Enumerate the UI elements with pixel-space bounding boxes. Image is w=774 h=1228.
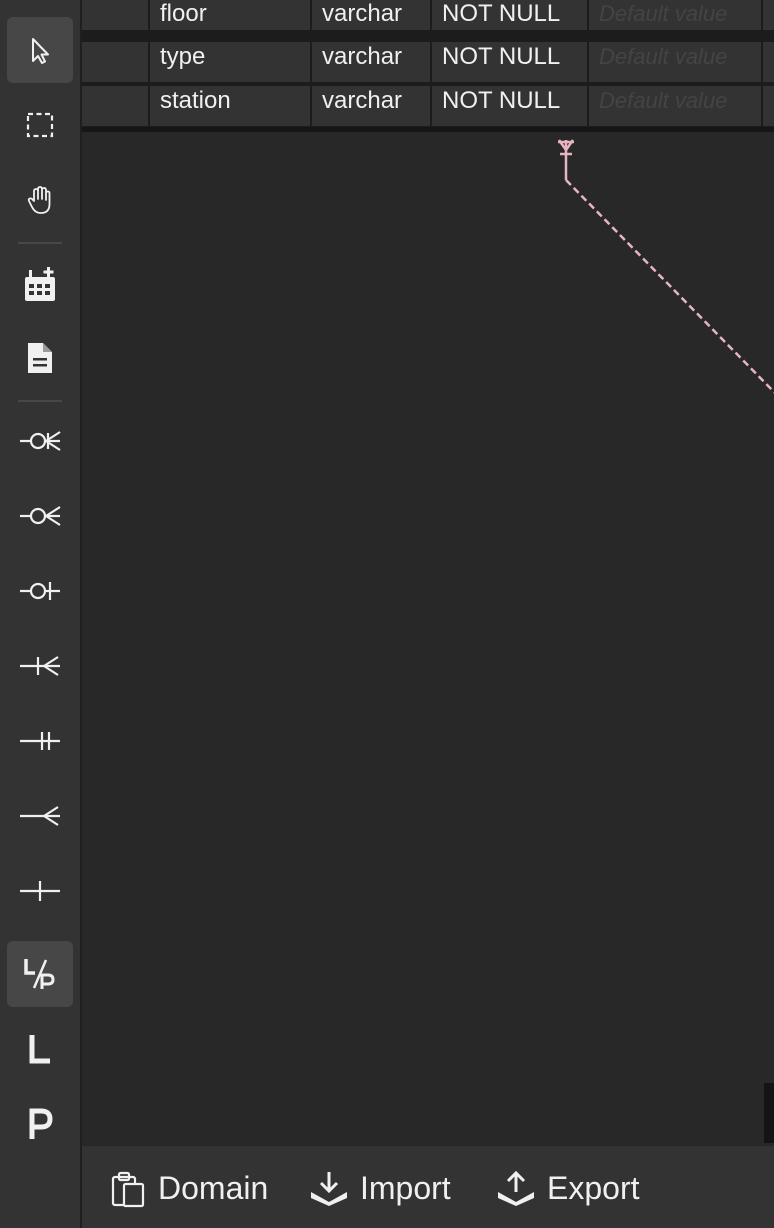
zero-or-many-icon: [20, 431, 61, 451]
dashed-rectangle-icon: [26, 112, 54, 138]
import-label: Import: [360, 1169, 451, 1206]
logical-physical-toggle[interactable]: [7, 941, 73, 1007]
letter-l-icon: [29, 1035, 50, 1064]
add-note-tool[interactable]: [7, 325, 73, 391]
erd-editor: floor varchar NOT NULL Default value typ…: [0, 0, 774, 1228]
cursor-arrow-icon: [32, 38, 49, 64]
export-button[interactable]: Export: [495, 1164, 639, 1212]
one-or-many-icon: [20, 656, 60, 676]
logical-physical-icon: [24, 959, 55, 989]
bottom-bar: Domain Import Export: [82, 1146, 774, 1228]
domain-label: Domain: [158, 1169, 269, 1206]
export-label: Export: [547, 1169, 640, 1206]
table-add-icon: [25, 267, 55, 301]
relationship-line[interactable]: [82, 0, 774, 420]
zero-or-many-relation-tool[interactable]: [7, 408, 73, 474]
import-button[interactable]: Import: [308, 1164, 451, 1212]
marquee-tool[interactable]: [7, 92, 73, 158]
zero-or-many-crow-icon: [20, 506, 61, 526]
pan-tool[interactable]: [7, 167, 73, 233]
zero-or-one-icon: [20, 582, 60, 600]
zero-or-one-relation-tool[interactable]: [7, 558, 73, 624]
one-relation-tool[interactable]: [7, 858, 73, 924]
letter-p-icon: [29, 1108, 53, 1139]
left-toolbar: [0, 0, 82, 1228]
note-icon: [28, 343, 52, 373]
hand-icon: [27, 186, 51, 214]
import-icon: [311, 1172, 347, 1206]
many-relation-tool[interactable]: [7, 783, 73, 849]
logical-view-tool[interactable]: [7, 1016, 73, 1082]
diagram-canvas[interactable]: floor varchar NOT NULL Default value typ…: [82, 0, 774, 1146]
one-or-many-relation-tool[interactable]: [7, 633, 73, 699]
export-icon: [498, 1170, 534, 1206]
one-only-relation-tool[interactable]: [7, 708, 73, 774]
clipboard-icon: [111, 1171, 145, 1208]
add-table-tool[interactable]: [7, 252, 73, 318]
select-tool[interactable]: [7, 17, 73, 83]
one-only-icon: [20, 732, 60, 750]
many-crow-icon: [20, 806, 60, 826]
physical-view-tool[interactable]: [7, 1091, 73, 1157]
one-bar-icon: [20, 881, 60, 901]
minimap-edge: [764, 1083, 774, 1143]
domain-button[interactable]: Domain: [108, 1164, 268, 1212]
zero-or-many-non-identifying-tool[interactable]: [7, 483, 73, 549]
